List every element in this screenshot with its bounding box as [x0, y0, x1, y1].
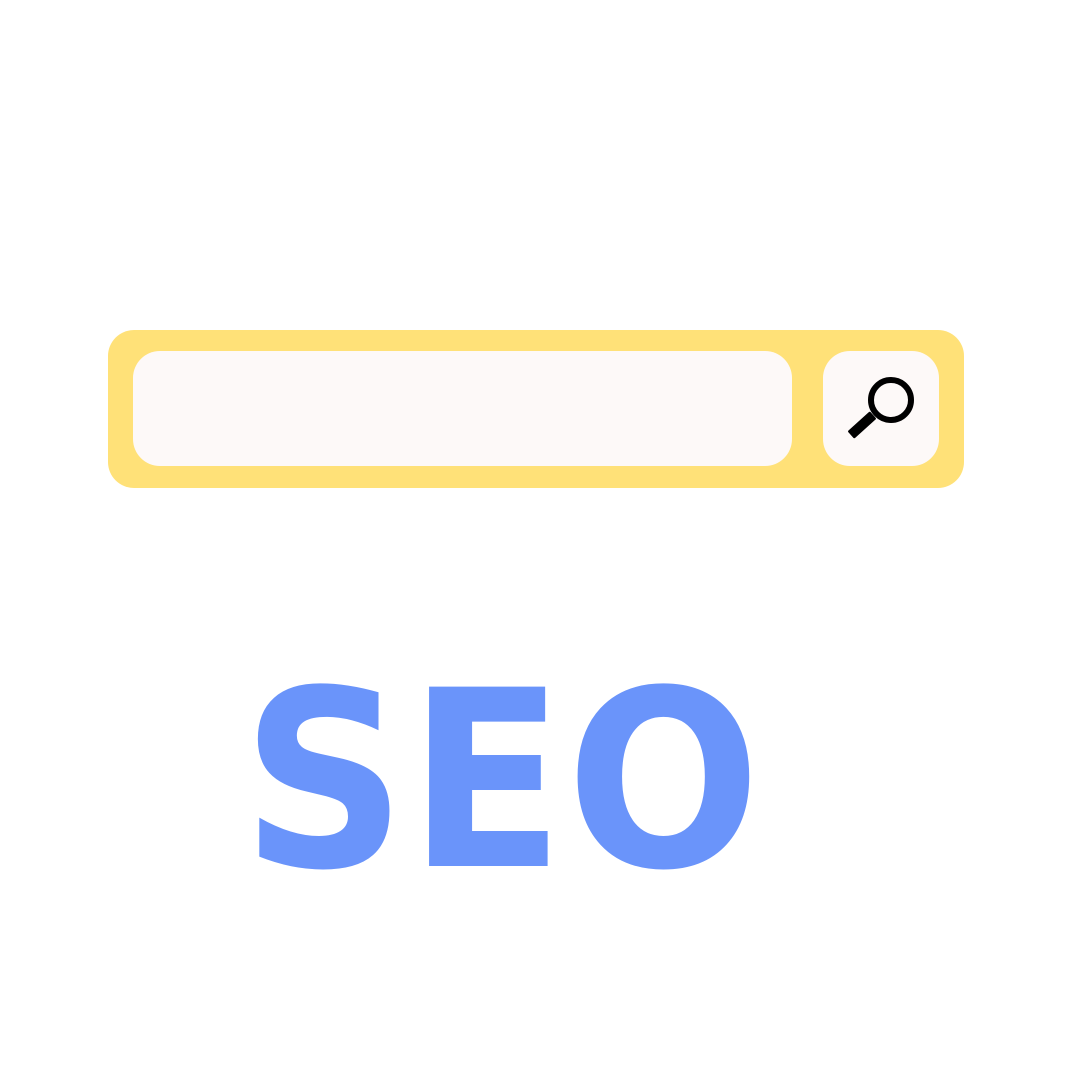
search-input[interactable] [133, 351, 792, 466]
search-bar [108, 330, 964, 488]
page-title: SEO [241, 639, 763, 925]
search-button[interactable] [823, 351, 939, 466]
magnifying-glass-icon [848, 377, 914, 439]
